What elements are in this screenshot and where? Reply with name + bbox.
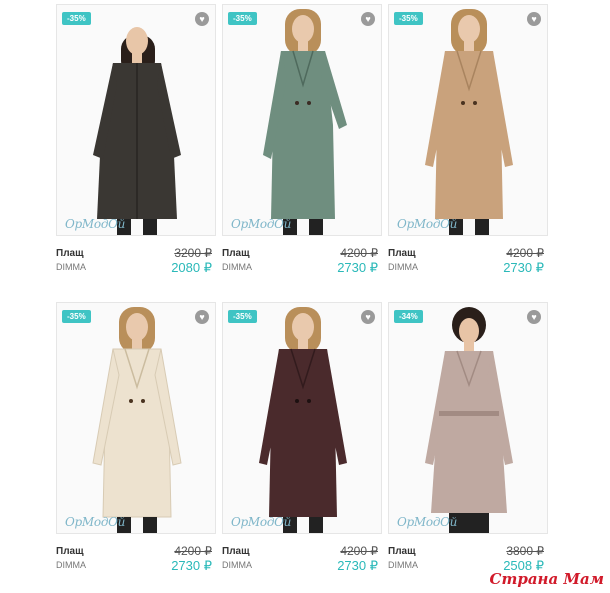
face-shape	[458, 15, 480, 43]
face-shape	[126, 313, 148, 341]
product-name[interactable]: Плащ	[388, 248, 416, 259]
right-leg-shape	[309, 517, 323, 533]
product-name[interactable]: Плащ	[56, 248, 84, 259]
watermark-text: ОрМодОй	[397, 515, 458, 529]
coat-model-image	[259, 307, 347, 533]
coat-model-image	[92, 307, 182, 533]
coat-model-image	[425, 9, 513, 235]
old-price: 3800 ₽	[506, 544, 544, 558]
product-photo[interactable]: -35% ♥ ОрМодОй	[388, 4, 548, 236]
discount-badge: -35%	[228, 12, 257, 25]
old-price: 4200 ₽	[506, 246, 544, 260]
coat-button-shape	[295, 399, 299, 403]
coat-model-image	[263, 9, 347, 235]
heart-icon[interactable]: ♥	[527, 12, 541, 26]
product-photo[interactable]: -34% ♥ ОрМодОй	[388, 302, 548, 534]
coat-button-shape	[473, 101, 477, 105]
face-shape	[126, 27, 148, 55]
product-name[interactable]: Плащ	[222, 546, 250, 557]
product-brand: DIMMA	[388, 560, 418, 570]
product-photo[interactable]: -35% ♥ ОрМодОй	[222, 302, 382, 534]
neck-shape	[298, 339, 308, 349]
neck-shape	[464, 41, 474, 51]
coat-model-image	[93, 27, 181, 235]
right-leg-shape	[143, 517, 157, 533]
watermark-text: ОрМодОй	[65, 217, 126, 231]
discount-badge: -35%	[62, 310, 91, 323]
new-price: 2730 ₽	[337, 260, 378, 275]
product-brand: DIMMA	[388, 262, 418, 272]
product-brand: DIMMA	[56, 560, 86, 570]
product-photo[interactable]: -35% ♥ ОрМодОй	[222, 4, 382, 236]
neck-shape	[298, 41, 308, 51]
right-leg-shape	[475, 219, 489, 235]
watermark-text: ОрМодОй	[231, 217, 292, 231]
neck-shape	[132, 53, 142, 63]
old-price: 3200 ₽	[174, 246, 212, 260]
coat-button-shape	[307, 399, 311, 403]
product-brand: DIMMA	[222, 262, 252, 272]
neck-shape	[464, 341, 474, 351]
coat-button-shape	[307, 101, 311, 105]
new-price: 2730 ₽	[503, 260, 544, 275]
discount-badge: -35%	[228, 310, 257, 323]
face-shape	[292, 15, 314, 43]
site-logo: Страна Мам	[489, 570, 604, 588]
new-price: 2730 ₽	[171, 558, 212, 573]
watermark-text: ОрМодОй	[397, 217, 458, 231]
discount-badge: -34%	[394, 310, 423, 323]
product-brand: DIMMA	[222, 560, 252, 570]
face-shape	[459, 318, 479, 344]
coat-button-shape	[129, 399, 133, 403]
new-price: 2080 ₽	[171, 260, 212, 275]
product-name[interactable]: Плащ	[222, 248, 250, 259]
watermark-text: ОрМодОй	[231, 515, 292, 529]
discount-badge: -35%	[62, 12, 91, 25]
neck-shape	[132, 339, 142, 349]
old-price: 4200 ₽	[340, 246, 378, 260]
belt-shape	[439, 411, 499, 416]
new-price: 2730 ₽	[337, 558, 378, 573]
product-brand: DIMMA	[56, 262, 86, 272]
old-price: 4200 ₽	[340, 544, 378, 558]
coat-button-shape	[295, 101, 299, 105]
right-leg-shape	[309, 219, 323, 235]
product-photo[interactable]: -35% ♥ ОрМодОй	[56, 4, 216, 236]
coat-button-shape	[141, 399, 145, 403]
heart-icon[interactable]: ♥	[527, 310, 541, 324]
product-name[interactable]: Плащ	[56, 546, 84, 557]
heart-icon[interactable]: ♥	[195, 310, 209, 324]
coat-button-shape	[461, 101, 465, 105]
coat-model-image	[425, 307, 513, 533]
watermark-text: ОрМодОй	[65, 515, 126, 529]
face-shape	[292, 313, 314, 341]
heart-icon[interactable]: ♥	[361, 310, 375, 324]
heart-icon[interactable]: ♥	[361, 12, 375, 26]
product-photo[interactable]: -35% ♥ ОрМодОй	[56, 302, 216, 534]
right-leg-shape	[143, 219, 157, 235]
old-price: 4200 ₽	[174, 544, 212, 558]
product-name[interactable]: Плащ	[388, 546, 416, 557]
discount-badge: -35%	[394, 12, 423, 25]
heart-icon[interactable]: ♥	[195, 12, 209, 26]
